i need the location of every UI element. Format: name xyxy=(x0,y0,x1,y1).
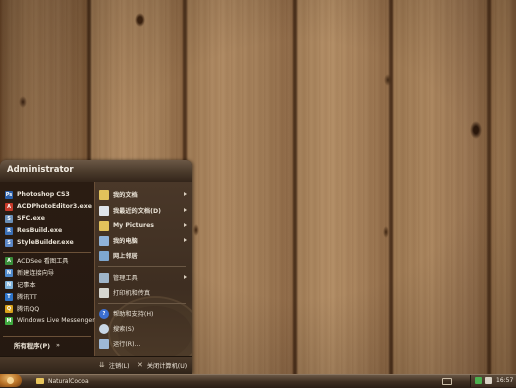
shutdown-icon: ✕ xyxy=(137,361,143,369)
admin-tools-item[interactable]: 管理工具 xyxy=(99,272,138,283)
pinned-item-label: ResBuild.exe xyxy=(17,227,63,234)
notepad-icon: N xyxy=(5,280,13,289)
folder-icon xyxy=(36,378,44,384)
recent-item-label: Windows Live Messenger xyxy=(17,317,95,324)
double-chevron-right-icon: » xyxy=(56,341,60,349)
pinned-item-acdphotoeditor[interactable]: A ACDPhotoEditor3.exe xyxy=(5,201,92,212)
logoff-icon: ⇊ xyxy=(99,361,105,369)
start-menu: Administrator Ps Photoshop CS3 A ACDPhot… xyxy=(0,160,192,374)
my-documents-label: 我的文档 xyxy=(113,192,138,199)
recent-item-notepad[interactable]: N 记事本 xyxy=(5,279,36,290)
my-documents-icon xyxy=(99,189,109,200)
logoff-button[interactable]: ⇊ 注销(L) xyxy=(99,360,130,370)
my-computer-label: 我的电脑 xyxy=(113,238,138,245)
my-documents-item[interactable]: 我的文档 xyxy=(99,189,138,200)
start-logo-icon xyxy=(7,377,14,384)
resbuild-icon: R xyxy=(5,226,13,235)
submenu-arrow-icon xyxy=(184,208,187,212)
recent-item-label: 腾讯QQ xyxy=(17,306,40,313)
pinned-item-label: StyleBuilder.exe xyxy=(17,239,74,246)
separator xyxy=(98,266,186,267)
recent-item-label: 记事本 xyxy=(17,282,36,289)
network-wizard-icon: N xyxy=(5,268,13,277)
recent-item-label: 腾讯TT xyxy=(17,294,37,301)
pinned-item-label: ACDPhotoEditor3.exe xyxy=(17,203,92,210)
submenu-arrow-icon xyxy=(184,275,187,279)
taskbar-window-button[interactable]: NaturalCocoa xyxy=(36,376,89,386)
recent-item-qq[interactable]: Q 腾讯QQ xyxy=(5,303,39,314)
run-item[interactable]: 运行(R)... xyxy=(99,338,140,349)
pinned-item-label: SFC.exe xyxy=(17,215,45,222)
shutdown-label: 关闭计算机(U) xyxy=(146,362,188,370)
logoff-label: 注销(L) xyxy=(108,362,130,370)
my-pictures-item[interactable]: My Pictures xyxy=(99,220,154,231)
start-button[interactable] xyxy=(0,374,22,387)
submenu-arrow-icon xyxy=(184,238,187,242)
qq-icon: Q xyxy=(5,304,13,313)
my-computer-item[interactable]: 我的电脑 xyxy=(99,235,138,246)
sfc-icon: S xyxy=(5,214,13,223)
pinned-item-resbuild[interactable]: R ResBuild.exe xyxy=(5,225,62,236)
recent-item-messenger[interactable]: M Windows Live Messenger xyxy=(5,315,95,326)
stylebuilder-icon: S xyxy=(5,238,13,247)
all-programs-button[interactable]: 所有程序(P) xyxy=(14,341,50,350)
recent-item-tencent-tt[interactable]: T 腾讯TT xyxy=(5,291,37,302)
recent-documents-icon xyxy=(99,205,109,216)
my-computer-icon xyxy=(99,235,109,246)
help-icon: ? xyxy=(99,308,109,319)
start-menu-header: Administrator xyxy=(0,160,192,183)
separator xyxy=(3,336,91,337)
acdsee-icon: A xyxy=(5,256,13,265)
recent-item-acdsee[interactable]: A ACDSee 看图工具 xyxy=(5,255,68,266)
separator xyxy=(3,252,91,253)
pinned-item-photoshop[interactable]: Ps Photoshop CS3 xyxy=(5,189,70,200)
printers-label: 打印机和传真 xyxy=(113,290,151,297)
acdsee-editor-icon: A xyxy=(5,202,13,211)
search-icon xyxy=(99,323,109,334)
taskbar-clock[interactable]: 16:57 xyxy=(496,377,513,384)
tencent-tt-icon: T xyxy=(5,292,13,301)
shutdown-button[interactable]: ✕ 关闭计算机(U) xyxy=(137,360,187,370)
recent-item-label: ACDSee 看图工具 xyxy=(17,258,69,265)
search-label: 搜索(S) xyxy=(113,326,135,333)
submenu-arrow-icon xyxy=(184,223,187,227)
recent-item-new-connection[interactable]: N 新建连接向导 xyxy=(5,267,54,278)
run-icon xyxy=(99,338,109,349)
recent-item-label: 新建连接向导 xyxy=(17,270,55,277)
pinned-item-label: Photoshop CS3 xyxy=(17,191,70,198)
user-name: Administrator xyxy=(7,165,74,175)
admin-tools-label: 管理工具 xyxy=(113,275,138,282)
my-pictures-icon xyxy=(99,220,109,231)
network-icon[interactable] xyxy=(475,377,482,384)
admin-tools-icon xyxy=(99,272,109,283)
volume-icon[interactable] xyxy=(485,377,492,384)
keyboard-icon[interactable] xyxy=(442,378,452,385)
recent-documents-label: 我最近的文档(D) xyxy=(113,208,161,215)
separator xyxy=(98,303,186,304)
recent-documents-item[interactable]: 我最近的文档(D) xyxy=(99,205,161,216)
messenger-icon: M xyxy=(5,316,13,325)
search-item[interactable]: 搜索(S) xyxy=(99,323,134,334)
taskbar-window-label: NaturalCocoa xyxy=(48,377,89,385)
printers-item[interactable]: 打印机和传真 xyxy=(99,287,150,298)
my-pictures-label: My Pictures xyxy=(113,222,154,229)
help-item[interactable]: ? 帮助和支持(H) xyxy=(99,308,153,319)
run-label: 运行(R)... xyxy=(113,341,141,348)
network-places-label: 网上邻居 xyxy=(113,253,138,260)
pinned-item-sfc[interactable]: S SFC.exe xyxy=(5,213,45,224)
photoshop-icon: Ps xyxy=(5,190,13,199)
network-places-icon xyxy=(99,250,109,261)
help-label: 帮助和支持(H) xyxy=(113,311,154,318)
network-places-item[interactable]: 网上邻居 xyxy=(99,250,138,261)
printers-icon xyxy=(99,287,109,298)
submenu-arrow-icon xyxy=(184,192,187,196)
pinned-item-stylebuilder[interactable]: S StyleBuilder.exe xyxy=(5,237,74,248)
